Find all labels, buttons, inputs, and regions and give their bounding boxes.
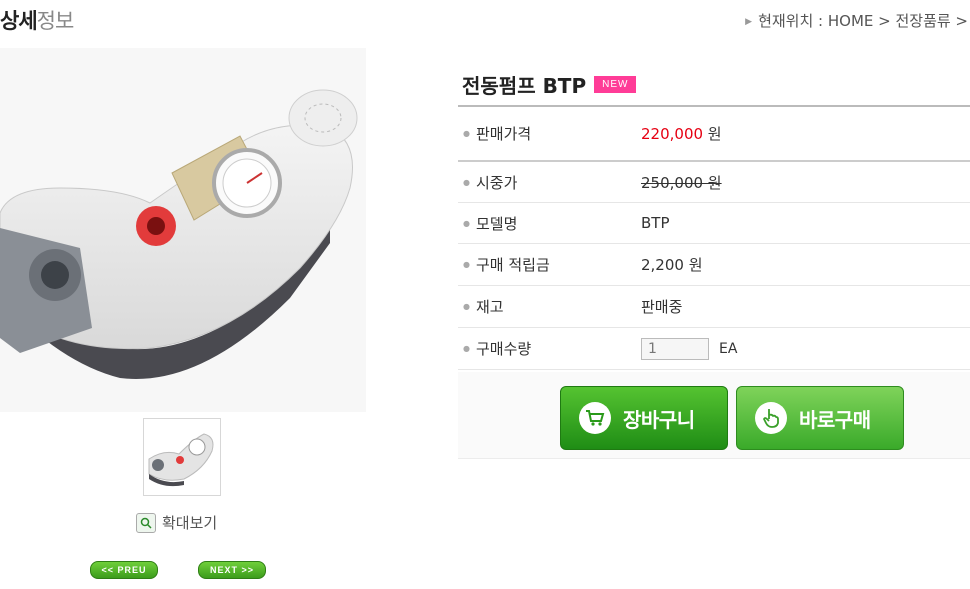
quantity-row: ● 구매수량 EA <box>458 328 970 370</box>
page-title: 상세정보 <box>0 5 75 35</box>
bullet-dot-icon: ● <box>463 177 470 187</box>
price-value: 220,000 <box>641 125 704 143</box>
breadcrumb: ▶ 현재위치 : HOME > 전장품류 > <box>745 10 968 31</box>
points-row: ● 구매 적립금 2,200 원 <box>458 244 970 286</box>
buy-now-button[interactable]: 바로구매 <box>736 386 904 450</box>
bullet-dot-icon: ● <box>463 218 470 228</box>
cart-icon <box>579 402 611 434</box>
buy-label: 바로구매 <box>799 407 871 432</box>
price-label: 판매가격 <box>475 125 532 143</box>
points-value: 2,200 원 <box>641 256 703 274</box>
price-unit: 원 <box>703 125 722 143</box>
price-row: ● 판매가격 220,000 원 <box>458 107 970 162</box>
air-pump-thumbnail-icon <box>148 433 214 487</box>
main-product-image <box>0 48 366 412</box>
model-label: 모델명 <box>475 214 518 233</box>
points-label: 구매 적립금 <box>475 256 550 274</box>
action-buttons: 장바구니 바로구매 <box>560 386 904 450</box>
quantity-unit: EA <box>719 340 738 357</box>
stock-row: ● 재고 판매중 <box>458 286 970 328</box>
zoom-link[interactable]: 확대보기 <box>136 512 217 533</box>
model-row: ● 모델명 BTP <box>458 203 970 244</box>
quantity-input[interactable] <box>641 337 709 360</box>
zoom-label: 확대보기 <box>162 514 218 532</box>
bullet-dot-icon: ● <box>463 260 470 269</box>
next-button[interactable]: NEXT >> <box>198 561 266 579</box>
bullet-dot-icon: ● <box>463 344 470 353</box>
quantity-label: 구매수량 <box>475 340 532 358</box>
air-pump-image-icon <box>0 89 358 379</box>
hand-pointer-icon <box>755 402 787 434</box>
add-to-cart-button[interactable]: 장바구니 <box>560 386 728 450</box>
product-name: 전동펌프 BTP <box>462 74 587 98</box>
list-price-row: ● 시중가 250,000 원 <box>458 162 970 203</box>
product-title: 전동펌프 BTP NEW <box>462 70 637 99</box>
magnifier-icon <box>136 512 156 533</box>
prev-button[interactable]: << PREU <box>90 561 158 579</box>
bullet-dot-icon: ● <box>463 129 470 138</box>
list-price-label: 시중가 <box>475 173 518 192</box>
cart-label: 장바구니 <box>623 407 695 432</box>
list-price-value: 250,000 원 <box>641 173 722 192</box>
page-title-bold: 상세 <box>0 9 38 33</box>
triangle-bullet-icon: ▶ <box>745 17 753 27</box>
product-info-table: ● 판매가격 220,000 원 ● 시중가 250,000 원 ● 모델명 BTP … <box>458 105 970 370</box>
stock-label: 재고 <box>475 298 504 316</box>
new-badge: NEW <box>594 76 637 93</box>
page-title-light: 정보 <box>36 9 75 33</box>
bullet-dot-icon: ● <box>463 302 470 311</box>
stock-value: 판매중 <box>641 298 683 316</box>
product-thumbnail[interactable] <box>143 418 221 496</box>
breadcrumb-text: 현재위치 : HOME > 전장품류 > <box>758 12 968 30</box>
model-value: BTP <box>641 214 670 232</box>
